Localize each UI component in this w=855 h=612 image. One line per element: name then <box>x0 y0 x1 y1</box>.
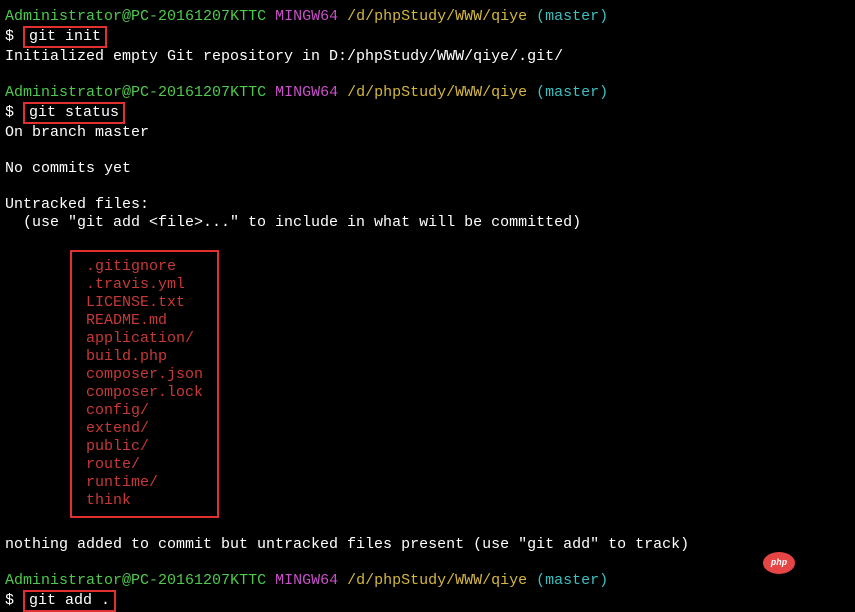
untracked-file: .travis.yml <box>86 276 203 294</box>
untracked-file: LICENSE.txt <box>86 294 203 312</box>
untracked-file: config/ <box>86 402 203 420</box>
untracked-file: .gitignore <box>86 258 203 276</box>
untracked-file: composer.lock <box>86 384 203 402</box>
command-line-3[interactable]: $ git add . <box>5 590 850 612</box>
blank-line <box>5 178 850 196</box>
php-badge-icon: php <box>763 552 795 574</box>
mingw-indicator: MINGW64 <box>266 8 347 25</box>
highlight-git-status: git status <box>23 102 125 124</box>
output-nocommits: No commits yet <box>5 160 850 178</box>
blank-line <box>5 66 850 84</box>
prompt-line-1: Administrator@PC-20161207KTTC MINGW64 /d… <box>5 8 850 26</box>
untracked-file: extend/ <box>86 420 203 438</box>
output-init: Initialized empty Git repository in D:/p… <box>5 48 850 66</box>
prompt-dollar: $ <box>5 28 23 45</box>
untracked-file: composer.json <box>86 366 203 384</box>
command-line-1[interactable]: $ git init <box>5 26 850 48</box>
output-hint: (use "git add <file>..." to include in w… <box>5 214 850 232</box>
blank-line <box>5 554 850 572</box>
blank-line <box>5 142 850 160</box>
command-line-2[interactable]: $ git status <box>5 102 850 124</box>
at-sign: @ <box>122 8 131 25</box>
untracked-file: think <box>86 492 203 510</box>
highlight-git-init: git init <box>23 26 107 48</box>
cmd-git-init: git init <box>29 28 101 45</box>
git-branch: (master) <box>527 8 608 25</box>
output-branch: On branch master <box>5 124 850 142</box>
highlight-git-add: git add . <box>23 590 116 612</box>
blank-line <box>5 518 850 536</box>
untracked-file: runtime/ <box>86 474 203 492</box>
cmd-git-status: git status <box>29 104 119 121</box>
blank-line <box>5 232 850 250</box>
cwd-path: /d/phpStudy/WWW/qiye <box>347 8 527 25</box>
user: Administrator <box>5 8 122 25</box>
output-untracked-header: Untracked files: <box>5 196 850 214</box>
prompt-line-3: Administrator@PC-20161207KTTC MINGW64 /d… <box>5 572 850 590</box>
hostname: PC-20161207KTTC <box>131 8 266 25</box>
output-footer: nothing added to commit but untracked fi… <box>5 536 850 554</box>
highlight-untracked-files: .gitignore .travis.yml LICENSE.txt READM… <box>70 250 219 518</box>
prompt-line-2: Administrator@PC-20161207KTTC MINGW64 /d… <box>5 84 850 102</box>
untracked-file: public/ <box>86 438 203 456</box>
untracked-file: README.md <box>86 312 203 330</box>
untracked-file: application/ <box>86 330 203 348</box>
untracked-file: route/ <box>86 456 203 474</box>
cmd-git-add: git add . <box>29 592 110 609</box>
untracked-file: build.php <box>86 348 203 366</box>
